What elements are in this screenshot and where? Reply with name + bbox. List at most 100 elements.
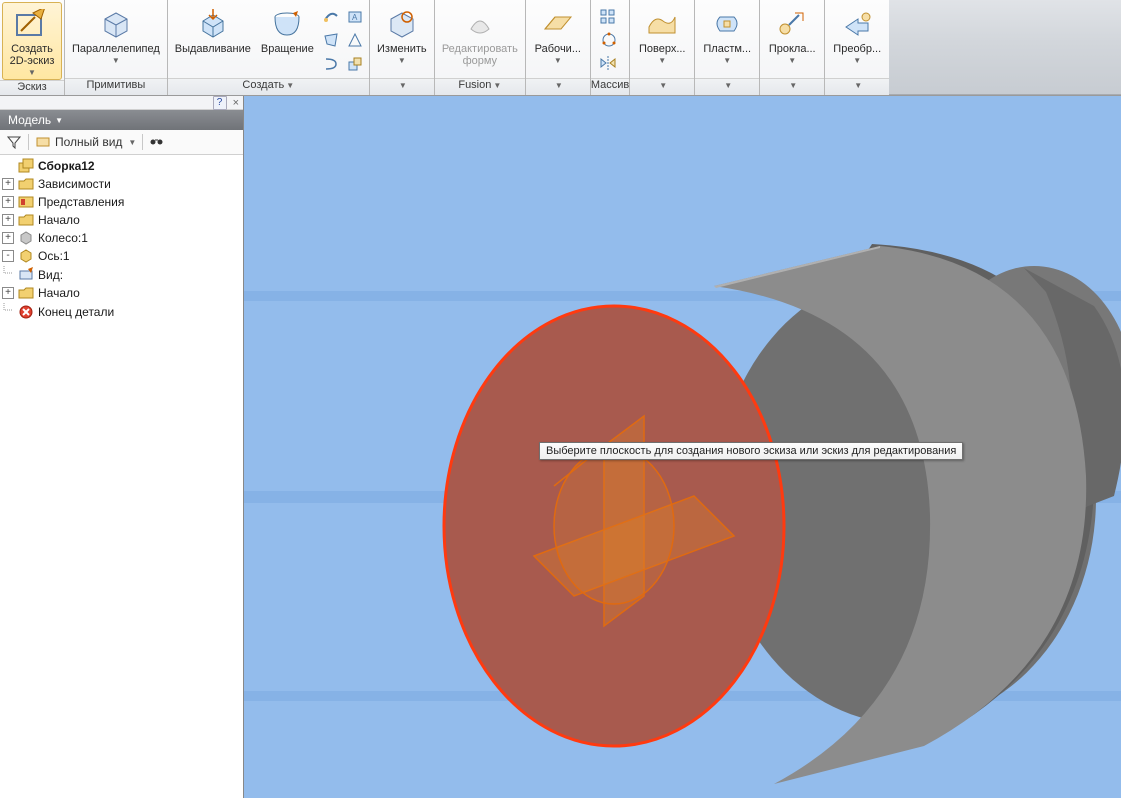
label: Редактировать форму	[442, 43, 518, 67]
group-label[interactable]: ▼	[825, 78, 889, 95]
dropdown-arrow-icon[interactable]: ▼	[788, 56, 796, 65]
create-2d-sketch-button[interactable]: Создать 2D-эскиз ▼	[2, 2, 62, 80]
tree-item-origin[interactable]: +Начало	[0, 212, 243, 228]
loft-icon[interactable]	[321, 30, 341, 50]
dropdown-arrow-icon[interactable]: ▼	[398, 56, 406, 65]
extrude-button[interactable]: Выдавливание	[170, 2, 256, 78]
filter-icon[interactable]	[6, 134, 22, 150]
3d-viewport[interactable]: Выберите плоскость для создания нового э…	[244, 96, 1121, 798]
tree-item-axis[interactable]: - Ось:1	[0, 248, 243, 264]
harness-icon	[775, 7, 809, 41]
view-icon	[18, 267, 34, 283]
group-label[interactable]: ▼	[630, 78, 694, 95]
circ-pattern-icon[interactable]	[599, 30, 619, 50]
representations-icon	[18, 194, 34, 210]
group-label[interactable]: Fusion▼	[435, 78, 525, 95]
panel-close-button[interactable]: ×	[233, 97, 239, 109]
view-mode-label[interactable]: Полный вид	[55, 135, 122, 149]
edit-form-button[interactable]: Редактировать форму	[437, 2, 523, 78]
tree-item-label: Ось:1	[38, 249, 70, 263]
tree-root-assembly[interactable]: Сборка12	[0, 158, 243, 174]
group-label[interactable]: ▼	[526, 78, 590, 95]
view-mode-icon[interactable]	[35, 134, 51, 150]
tree-expand-toggle[interactable]: -	[2, 250, 14, 262]
folder-icon	[18, 285, 34, 301]
model-browser-panel: ? × Модель ▼ Полный вид ▼ Сборка12 + Завис…	[0, 96, 244, 798]
modify-icon	[385, 7, 419, 41]
tree-expand-toggle[interactable]: +	[2, 178, 14, 190]
folder-icon	[18, 176, 34, 192]
group-label[interactable]: ▼	[370, 78, 434, 95]
ribbon-group-create: Выдавливание Вращение A	[168, 0, 370, 95]
sketch-icon	[15, 7, 49, 41]
tree-expand-toggle[interactable]: +	[2, 196, 14, 208]
work-features-button[interactable]: Рабочи... ▼	[528, 2, 588, 78]
panel-title[interactable]: Модель ▼	[0, 110, 243, 130]
dropdown-arrow-icon[interactable]: ▼	[128, 138, 136, 147]
model-tree[interactable]: Сборка12+Зависимости+Представления+Начал…	[0, 155, 243, 798]
ribbon-group-fusion: Редактировать форму Fusion▼	[435, 0, 526, 95]
dropdown-arrow-icon[interactable]: ▼	[658, 56, 666, 65]
tree-item-label: Колесо:1	[38, 231, 88, 245]
surface-button[interactable]: Поверх... ▼	[632, 2, 692, 78]
edit-form-icon	[463, 7, 497, 41]
tree-expand-toggle[interactable]: +	[2, 232, 14, 244]
ribbon-group-surface: Поверх... ▼ ▼	[630, 0, 695, 95]
tree-item-wheel[interactable]: + Колесо:1	[0, 230, 243, 246]
ribbon-group-harness: Прокла... ▼ ▼	[760, 0, 825, 95]
group-label[interactable]: Создать▼	[168, 78, 369, 95]
rect-pattern-icon[interactable]	[599, 7, 619, 27]
ribbon-group-sketch: Создать 2D-эскиз ▼ Эскиз	[0, 0, 65, 95]
derive-icon[interactable]	[345, 54, 365, 74]
revolve-icon	[270, 7, 304, 41]
tree-expand-toggle[interactable]: +	[2, 214, 14, 226]
dropdown-arrow-icon[interactable]: ▼	[554, 56, 562, 65]
panel-title-label: Модель	[8, 113, 51, 127]
plane-icon	[541, 7, 575, 41]
group-label: Эскиз	[0, 80, 64, 95]
harness-button[interactable]: Прокла... ▼	[762, 2, 822, 78]
tree-item-axis-origin[interactable]: + Начало	[0, 285, 243, 301]
create-mini-buttons-2: A	[343, 2, 367, 78]
revolve-button[interactable]: Вращение	[256, 2, 319, 78]
modify-button[interactable]: Изменить ▼	[372, 2, 432, 78]
label: Выдавливание	[175, 43, 251, 55]
convert-button[interactable]: Преобр... ▼	[827, 2, 887, 78]
dropdown-arrow-icon[interactable]: ▼	[28, 68, 36, 77]
sketch-prompt-tooltip: Выберите плоскость для создания нового э…	[539, 442, 963, 460]
tree-item-end-of-part[interactable]: Конец детали	[0, 303, 243, 320]
label: Создать 2D-эскиз	[10, 43, 55, 67]
tree-item-constraints[interactable]: + Зависимости	[0, 176, 243, 192]
label: Изменить	[377, 43, 427, 55]
rib-icon[interactable]	[345, 30, 365, 50]
box-icon	[99, 7, 133, 41]
coil-icon[interactable]	[321, 54, 341, 74]
ribbon: Создать 2D-эскиз ▼ Эскиз Параллелепипед …	[0, 0, 1121, 96]
surface-icon	[645, 7, 679, 41]
box-primitive-button[interactable]: Параллелепипед ▼	[67, 2, 165, 78]
label: Преобр...	[833, 43, 881, 55]
assembly-icon	[18, 158, 34, 174]
tree-item-label: Конец детали	[38, 305, 114, 319]
label: Прокла...	[769, 43, 816, 55]
tree-item-view[interactable]: Вид:	[0, 266, 243, 283]
mirror-icon[interactable]	[599, 53, 619, 73]
svg-text:A: A	[352, 13, 358, 22]
plastic-button[interactable]: Пластм... ▼	[697, 2, 757, 78]
panel-help-button[interactable]: ?	[213, 96, 227, 110]
tree-expand-toggle[interactable]: +	[2, 287, 14, 299]
dropdown-arrow-icon[interactable]: ▼	[723, 56, 731, 65]
group-label[interactable]: ▼	[695, 78, 759, 95]
group-label[interactable]: ▼	[760, 78, 824, 95]
group-label: Массив	[591, 78, 629, 95]
dropdown-arrow-icon[interactable]: ▼	[853, 56, 861, 65]
tree-item-label: Начало	[38, 286, 80, 300]
sweep-icon[interactable]	[321, 6, 341, 26]
label: Поверх...	[639, 43, 686, 55]
find-icon[interactable]	[149, 134, 165, 150]
part-grey-icon	[18, 230, 34, 246]
tree-item-representations[interactable]: +Представления	[0, 194, 243, 210]
tree-item-label: Зависимости	[38, 177, 111, 191]
dropdown-arrow-icon[interactable]: ▼	[112, 56, 120, 65]
emboss-icon[interactable]: A	[345, 6, 365, 26]
